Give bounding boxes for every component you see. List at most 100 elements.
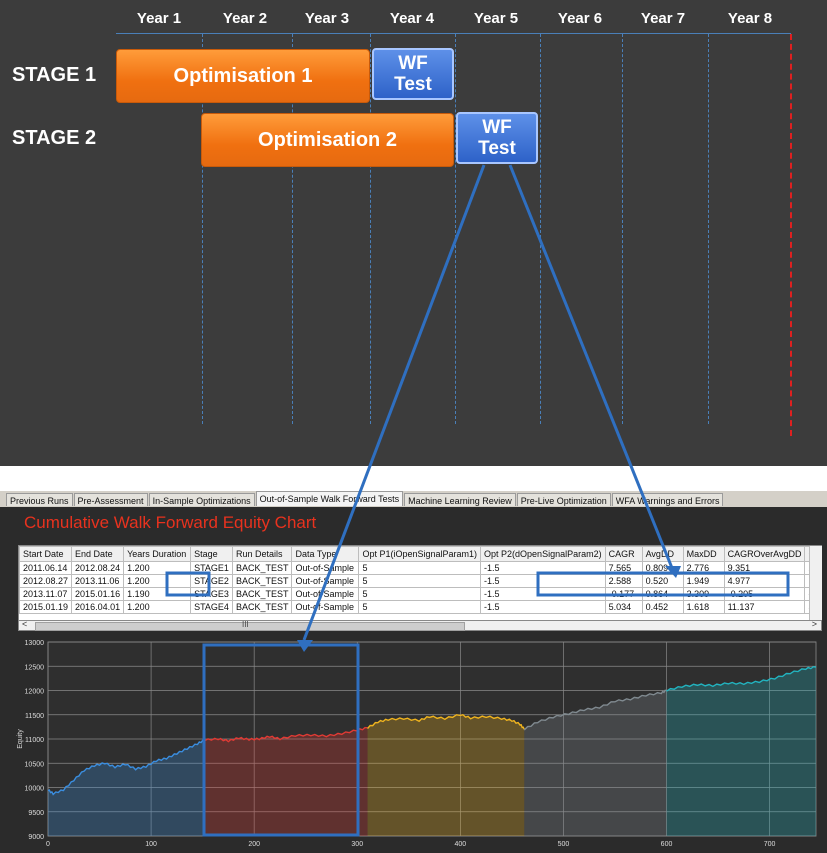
- table-cell: 2015.01.16: [71, 587, 125, 601]
- grid-vertical-scrollbar[interactable]: [809, 546, 822, 620]
- table-cell: 0.452: [641, 600, 684, 614]
- table-cell: 0.809: [641, 561, 684, 575]
- column-header[interactable]: Opt P1(iOpenSignalParam1): [358, 546, 482, 562]
- table-cell: -1.5: [480, 561, 606, 575]
- x-tick-label: 100: [145, 841, 157, 848]
- column-header[interactable]: MaxDD: [682, 546, 725, 562]
- tab-pre-assessment[interactable]: Pre-Assessment: [73, 493, 148, 506]
- table-cell: 2015.01.19: [19, 600, 73, 614]
- table-cell: -0.205: [723, 587, 806, 601]
- table-cell: -0.177: [604, 587, 643, 601]
- table-cell: 5: [358, 574, 482, 588]
- scroll-thumb[interactable]: III: [35, 620, 465, 631]
- table-cell: STAGE2: [190, 574, 233, 588]
- x-tick-label: 400: [455, 841, 467, 848]
- tab-out-of-sample-walk-forward-tests[interactable]: Out-of-Sample Walk Forward Tests: [255, 491, 404, 506]
- year-label: Year 7: [640, 10, 686, 27]
- tab-previous-runs[interactable]: Previous Runs: [6, 493, 73, 506]
- table-cell: BACK_TEST: [231, 600, 293, 614]
- tab-machine-learning-review[interactable]: Machine Learning Review: [404, 493, 516, 506]
- table-cell: BACK_TEST: [231, 587, 293, 601]
- table-cell: BACK_TEST: [231, 561, 293, 575]
- series-3-area: [367, 714, 525, 836]
- year-label: Year 3: [304, 10, 350, 27]
- results-grid[interactable]: Start Date End Date Years Duration Stage Run…: [18, 545, 822, 621]
- table-cell: 11.137: [723, 600, 806, 614]
- stage-2-label: STAGE 2: [12, 127, 97, 149]
- column-header[interactable]: Start Date: [19, 546, 73, 562]
- timeline-axis: [116, 33, 791, 34]
- column-header[interactable]: Stage: [190, 546, 233, 562]
- present-marker-line: [790, 34, 792, 436]
- y-tick-label: 13000: [25, 640, 45, 647]
- table-cell: Out-of-Sample: [291, 574, 360, 588]
- column-header[interactable]: CAGROverAvgDD: [723, 546, 806, 562]
- table-cell: 1.949: [682, 574, 725, 588]
- year-label: Year 4: [389, 10, 435, 27]
- walk-forward-app-panel: Previous Runs Pre-Assessment In-Sample O…: [0, 491, 827, 853]
- column-header[interactable]: Data Type: [291, 546, 360, 562]
- year-label: Year 5: [473, 10, 519, 27]
- wf-test-line1: WF: [398, 53, 428, 74]
- table-cell: 2013.11.06: [71, 574, 125, 588]
- table-cell: 7.565: [604, 561, 643, 575]
- y-tick-label: 12000: [25, 689, 45, 696]
- table-row[interactable]: 2012.08.27 2013.11.06 1.200 STAGE2 BACK_TEST…: [19, 574, 821, 588]
- table-cell: 5: [358, 561, 482, 575]
- tab-wfa-warnings-and-errors[interactable]: WFA Warnings and Errors: [611, 493, 724, 506]
- x-tick-label: 700: [764, 841, 776, 848]
- table-cell: -1.5: [480, 600, 606, 614]
- table-cell: STAGE4: [190, 600, 233, 614]
- scroll-grip-icon: III: [242, 620, 249, 629]
- table-cell: Out-of-Sample: [291, 561, 360, 575]
- table-row[interactable]: 2011.06.14 2012.08.24 1.200 STAGE1 BACK_TEST…: [19, 561, 821, 575]
- tab-bar: Previous Runs Pre-Assessment In-Sample O…: [0, 491, 827, 507]
- tab-in-sample-optimizations[interactable]: In-Sample Optimizations: [148, 493, 255, 506]
- column-header[interactable]: Run Details: [231, 546, 293, 562]
- table-cell: Out-of-Sample: [291, 600, 360, 614]
- year-label: Year 2: [222, 10, 268, 27]
- table-row[interactable]: 2015.01.19 2016.04.01 1.200 STAGE4 BACK_TEST…: [19, 600, 821, 614]
- table-cell: Out-of-Sample: [291, 587, 360, 601]
- year-label: Year 8: [727, 10, 773, 27]
- table-row[interactable]: 2013.11.07 2015.01.16 1.190 STAGE3 BACK_TEST…: [19, 587, 821, 601]
- table-cell: 2011.06.14: [19, 561, 73, 575]
- column-header[interactable]: Opt P2(dOpenSignalParam2): [480, 546, 606, 562]
- year-label: Year 6: [557, 10, 603, 27]
- table-cell: 3.309: [682, 587, 725, 601]
- column-header[interactable]: End Date: [71, 546, 125, 562]
- tab-pre-live-optimization[interactable]: Pre-Live Optimization: [516, 493, 611, 506]
- y-tick-label: 10500: [25, 761, 45, 768]
- year-divider: [455, 34, 456, 424]
- results-table: Start Date End Date Years Duration Stage Run…: [19, 546, 821, 614]
- table-cell: 5: [358, 587, 482, 601]
- y-tick-label: 9500: [28, 810, 44, 817]
- table-cell: 5.034: [604, 600, 643, 614]
- walk-forward-diagram: Year 1 Year 2 Year 3 Year 4 Year 5 Year …: [0, 0, 827, 466]
- column-header[interactable]: Years Duration: [123, 546, 192, 562]
- stage-1-label: STAGE 1: [12, 64, 97, 86]
- table-cell: 2.588: [604, 574, 643, 588]
- table-cell: 1.200: [123, 574, 192, 588]
- column-header[interactable]: AvgDD: [641, 546, 684, 562]
- table-cell: STAGE3: [190, 587, 233, 601]
- scroll-left-icon[interactable]: <: [22, 619, 27, 629]
- x-tick-label: 500: [558, 841, 570, 848]
- x-tick-label: 600: [661, 841, 673, 848]
- table-cell: 2016.04.01: [71, 600, 125, 614]
- table-cell: 1.618: [682, 600, 725, 614]
- wf-test-2-block: WF Test: [456, 112, 538, 164]
- x-tick-label: 200: [248, 841, 260, 848]
- series-5-area: [666, 667, 816, 836]
- optimisation-2-block: Optimisation 2: [201, 113, 454, 167]
- wf-test-1-block: WF Test: [372, 48, 454, 100]
- wf-test-line1: WF: [482, 117, 512, 138]
- grid-horizontal-scrollbar[interactable]: < III >: [18, 619, 822, 631]
- column-header[interactable]: CAGR: [604, 546, 643, 562]
- series-2-area: [204, 727, 368, 836]
- y-tick-label: 12500: [25, 664, 45, 671]
- scroll-right-icon[interactable]: >: [812, 619, 817, 629]
- wf-test-line2: Test: [478, 138, 516, 159]
- wf-test-line2: Test: [394, 74, 432, 95]
- table-header-row: Start Date End Date Years Duration Stage Run…: [19, 546, 821, 562]
